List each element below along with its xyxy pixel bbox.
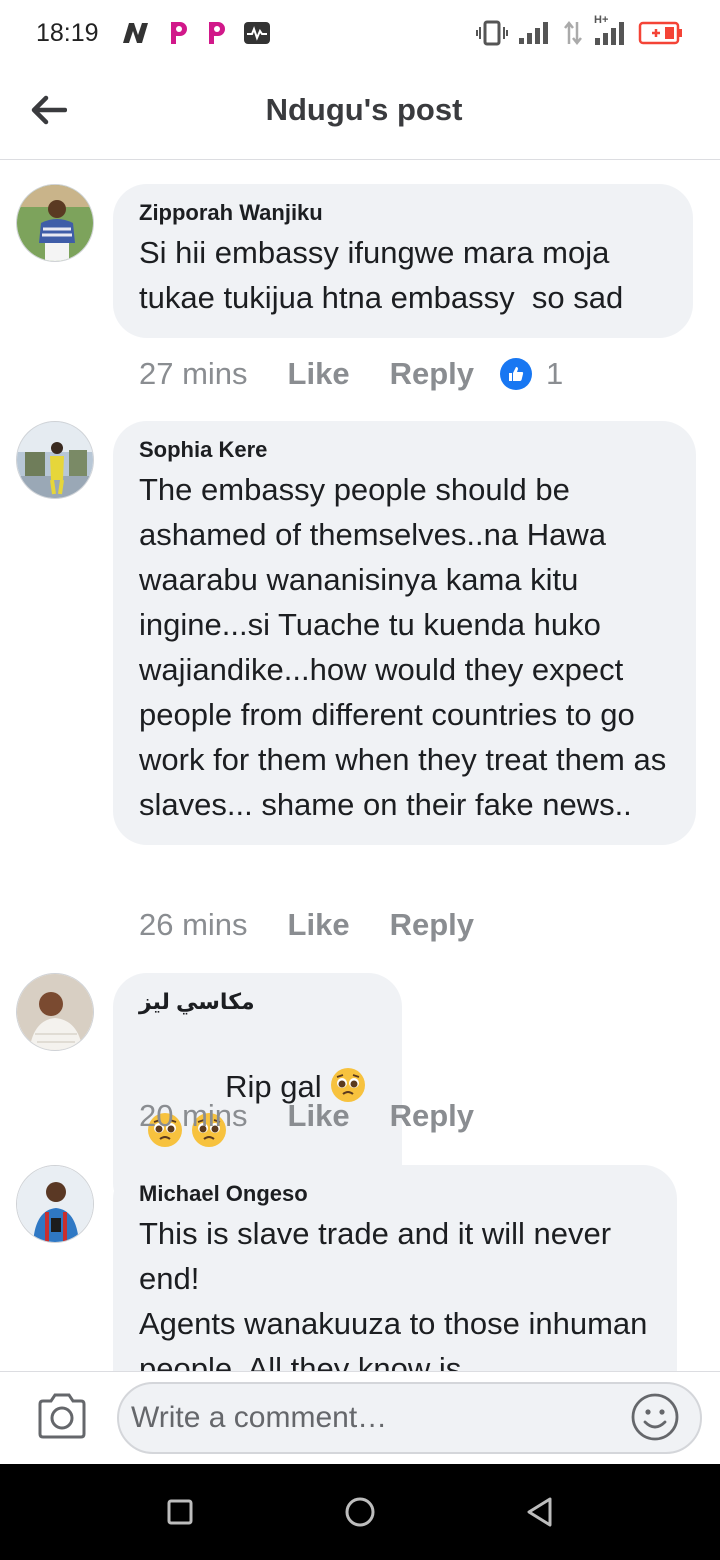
home-button[interactable] [340,1492,380,1532]
comment-actions: 26 mins Like Reply [139,907,514,943]
recent-apps-icon [167,1499,193,1525]
camera-button[interactable] [36,1392,88,1440]
comment-text: The embassy people should be ashamed of … [139,472,675,822]
system-icons: H+ [476,14,684,46]
comment-author[interactable]: مكاسي ليز [139,989,376,1015]
n-app-icon [121,21,151,45]
navigation-bar [0,1464,720,1560]
recent-apps-button[interactable] [160,1492,200,1532]
data-arrows-icon [562,20,584,46]
network-type-label: H+ [594,14,609,26]
comment-author[interactable]: Zipporah Wanjiku [139,200,667,226]
reaction-summary[interactable]: 1 [500,356,563,392]
p-app-icon-2 [205,20,227,46]
emoji-button[interactable] [630,1392,680,1442]
comment-bubble[interactable]: Michael Ongeso This is slave trade and i… [113,1165,677,1371]
comment-time[interactable]: 20 mins [139,1098,248,1134]
comment-bubble[interactable]: Sophia Kere The embassy people should be… [113,421,696,845]
reply-button[interactable]: Reply [390,356,474,392]
reply-button[interactable]: Reply [390,1098,474,1134]
comment-time[interactable]: 27 mins [139,356,248,392]
comment-author[interactable]: Michael Ongeso [139,1181,651,1207]
avatar[interactable] [16,973,94,1051]
comment-bubble[interactable]: Zipporah Wanjiku Si hii embassy ifungwe … [113,184,693,338]
like-button[interactable]: Like [288,1098,350,1134]
reply-button[interactable]: Reply [390,907,474,943]
notification-icons [121,20,271,46]
like-reaction-icon [500,358,532,390]
back-icon [527,1497,552,1527]
avatar[interactable] [16,421,94,499]
comment-actions: 27 mins Like Reply 1 [139,356,563,392]
camera-icon [38,1393,86,1439]
reaction-count: 1 [546,356,564,391]
avatar[interactable] [16,184,94,262]
status-bar: 18:19 H+ [0,0,720,66]
status-time: 18:19 [36,18,99,47]
comment-text: This is slave trade and it will never en… [139,1216,648,1371]
p-app-icon [167,20,189,46]
signal-icon [518,21,552,45]
vibrate-icon [476,20,508,46]
page-title: Ndugu's post [265,92,463,127]
back-nav-button[interactable] [520,1492,560,1532]
like-button[interactable]: Like [288,356,350,392]
avatar[interactable] [16,1165,94,1243]
h-plus-signal-icon: H+ [594,14,628,46]
home-icon [345,1497,375,1527]
comment-list[interactable]: Zipporah Wanjiku Si hii embassy ifungwe … [0,160,720,1371]
battery-charging-icon [638,20,684,46]
smiley-icon [631,1393,679,1441]
comment-text: Si hii embassy ifungwe mara moja tukae t… [139,235,624,315]
comment-author[interactable]: Sophia Kere [139,437,670,463]
pulse-icon [243,21,271,45]
comment-composer [0,1371,720,1464]
like-button[interactable]: Like [288,907,350,943]
comment-actions: 20 mins Like Reply [139,1098,514,1134]
screen: 18:19 H+ Ndugu's post Zipporah Wanjiku S… [0,0,720,1560]
comment-input[interactable] [117,1382,702,1454]
post-header: Ndugu's post [0,66,720,160]
comment-time[interactable]: 26 mins [139,907,248,943]
